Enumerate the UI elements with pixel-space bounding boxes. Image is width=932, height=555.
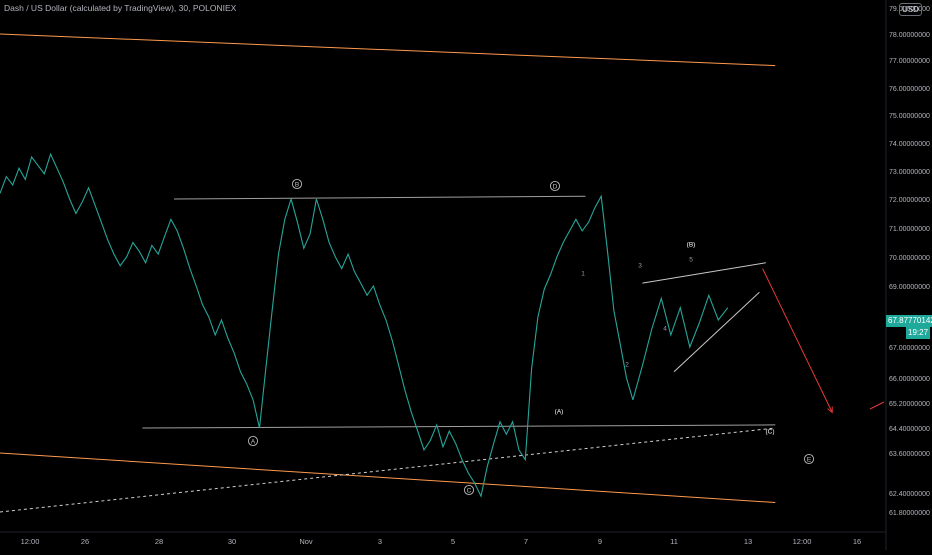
price-tick-label: 74.00000000 — [889, 141, 930, 148]
time-tick-label: 12:00 — [21, 537, 40, 546]
annotation-label: (A) — [555, 408, 564, 415]
price-tick-label: 72.00000000 — [889, 197, 930, 204]
time-tick-label: 11 — [670, 537, 678, 546]
annotation-label: E — [807, 456, 812, 463]
price-chart[interactable]: ABCDE(A)(B)(C)12345 79.0000000078.000000… — [0, 0, 932, 550]
price-tick-label: 63.60000000 — [889, 451, 930, 458]
time-tick-label: 16 — [853, 537, 861, 546]
price-tick-label: 73.00000000 — [889, 169, 930, 176]
annotation-label: 2 — [625, 361, 629, 368]
price-tick-label: 69.00000000 — [889, 284, 930, 291]
price-tick-label: 62.40000000 — [889, 491, 930, 498]
time-tick-label: 12:00 — [793, 537, 812, 546]
annotation-label: (C) — [765, 428, 774, 435]
time-tick-label: Nov — [299, 537, 313, 546]
price-tick-label: 70.00000000 — [889, 255, 930, 262]
time-tick-label: 26 — [81, 537, 89, 546]
bar-countdown: 19:27 — [906, 327, 931, 339]
time-tick-label: 28 — [155, 537, 163, 546]
price-tick-label: 64.40000000 — [889, 426, 930, 433]
price-tick-label: 75.00000000 — [889, 113, 930, 120]
currency-badge[interactable]: USD — [899, 3, 922, 16]
price-tick-label: 66.00000000 — [889, 376, 930, 383]
time-tick-label: 7 — [524, 537, 528, 546]
annotation-label: 4 — [663, 325, 667, 332]
annotation-label: 1 — [581, 270, 585, 277]
annotation-label: 5 — [689, 256, 693, 263]
price-tick-label: 71.00000000 — [889, 226, 930, 233]
price-tick-label: 76.00000000 — [889, 86, 930, 93]
annotation-label: B — [295, 181, 299, 188]
last-price-tag: 67.87770142 — [886, 315, 932, 327]
time-tick-label: 9 — [598, 537, 602, 546]
time-tick-label: 5 — [451, 537, 455, 546]
price-tick-label: 78.00000000 — [889, 32, 930, 39]
annotation-label: C — [467, 487, 472, 494]
price-tick-label: 67.00000000 — [889, 345, 930, 352]
annotation-label: 3 — [638, 262, 642, 269]
price-tick-label: 65.20000000 — [889, 401, 930, 408]
annotation-label: A — [251, 438, 256, 445]
annotation-label: D — [553, 183, 558, 190]
price-tick-label: 61.80000000 — [889, 510, 930, 517]
annotation-label: (B) — [687, 241, 696, 248]
chart-area[interactable]: A B C D E (A) (B) (C) 1 2 3 4 5 79.00000000 78.000000… — [0, 0, 932, 550]
time-tick-label: 3 — [378, 537, 382, 546]
time-tick-label: 13 — [744, 537, 752, 546]
chart-title: Dash / US Dollar (calculated by TradingV… — [4, 3, 237, 13]
price-tick-label: 77.00000000 — [889, 58, 930, 65]
time-tick-label: 30 — [228, 537, 236, 546]
